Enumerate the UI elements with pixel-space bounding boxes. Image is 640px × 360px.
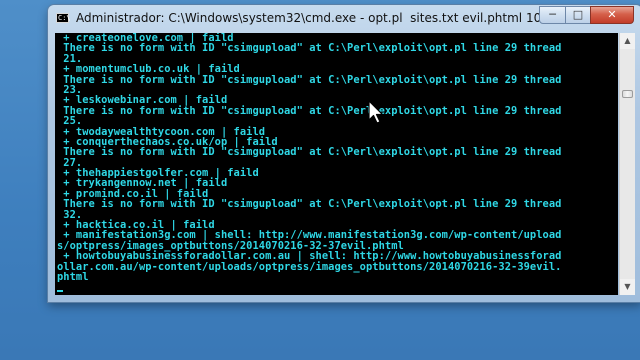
maximize-icon: □ xyxy=(572,8,584,21)
console-line: + momentumclub.co.uk | faild xyxy=(57,63,240,76)
window-title: Administrador: C:\Windows\system32\cmd.e… xyxy=(76,11,542,25)
vertical-scrollbar[interactable]: ▲ ▼ xyxy=(619,33,635,295)
console-output[interactable]: + createonelove.com | faild There is no … xyxy=(55,33,618,295)
console-line: ollar.com.au/wp-content/uploads/optpress… xyxy=(57,260,562,273)
cmd-window[interactable]: C:\ Administrador: C:\Windows\system32\c… xyxy=(48,5,640,302)
minimize-icon: ─ xyxy=(549,8,556,21)
console-line: There is no form with ID "csimgupload" a… xyxy=(57,73,562,86)
console-line: There is no form with ID "csimgupload" a… xyxy=(57,104,562,117)
title-bar[interactable]: C:\ Administrador: C:\Windows\system32\c… xyxy=(48,5,640,31)
text-caret xyxy=(57,289,63,292)
scroll-up-icon: ▲ xyxy=(624,36,631,45)
close-button[interactable]: ✕ xyxy=(590,6,634,24)
scroll-up-button[interactable]: ▲ xyxy=(620,33,635,49)
mouse-pointer-icon xyxy=(368,100,384,124)
minimize-button[interactable]: ─ xyxy=(539,6,566,24)
console-line: 25. xyxy=(57,115,83,128)
scroll-thumb[interactable] xyxy=(622,90,633,98)
console-line: There is no form with ID "csimgupload" a… xyxy=(57,42,562,55)
cmd-icon[interactable]: C:\ xyxy=(56,13,71,23)
close-icon: ✕ xyxy=(607,8,617,21)
scroll-down-button[interactable]: ▼ xyxy=(620,279,635,295)
console-line: There is no form with ID "csimgupload" a… xyxy=(57,198,562,211)
maximize-button[interactable]: □ xyxy=(565,6,591,24)
console-cursor-line xyxy=(55,282,618,292)
console-line: phtml xyxy=(57,270,89,283)
scroll-down-icon: ▼ xyxy=(624,282,631,291)
console-line: There is no form with ID "csimgupload" a… xyxy=(57,146,562,159)
